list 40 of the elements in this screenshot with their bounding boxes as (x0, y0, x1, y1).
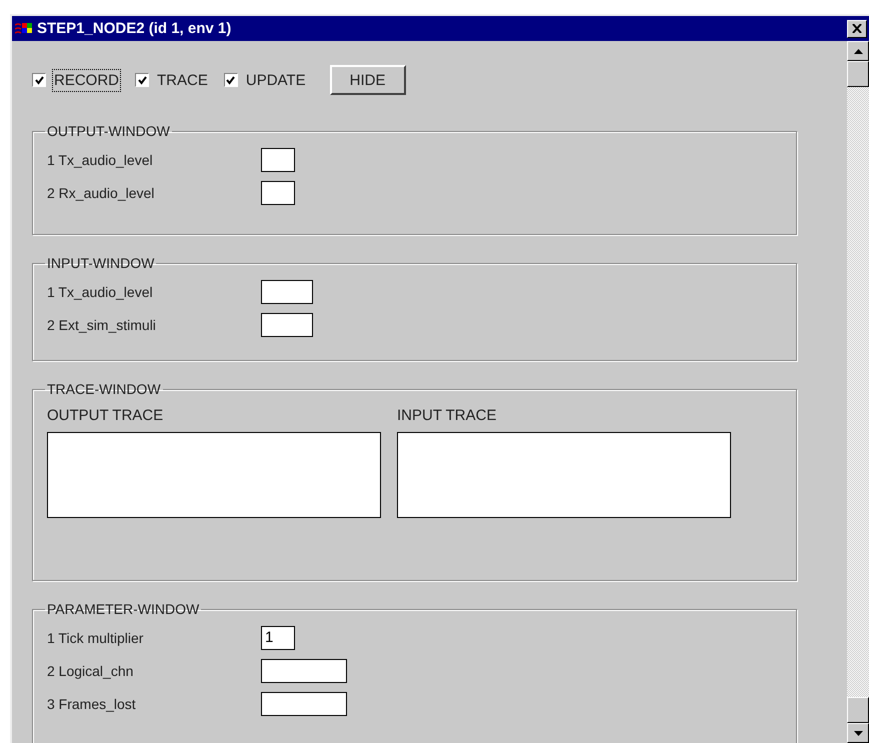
input-field[interactable] (261, 180, 295, 204)
window-title: STEP1_NODE2 (id 1, env 1) (37, 20, 232, 37)
input-field[interactable] (261, 692, 347, 716)
scroll-down-button[interactable] (847, 723, 869, 743)
field-label: 2 Rx_audio_level (47, 184, 156, 200)
pane-label: INPUT TRACE (397, 407, 498, 424)
pane-label: OUTPUT TRACE (47, 407, 164, 424)
field-label: 2 Logical_chn (47, 662, 134, 678)
checkbox[interactable] (224, 73, 238, 87)
trace-area[interactable] (47, 432, 381, 518)
trace-area[interactable] (397, 432, 731, 518)
scrollbar[interactable] (847, 41, 869, 743)
checkbox-label: TRACE (156, 70, 209, 90)
field-label: 1 Tx_audio_level (47, 152, 154, 168)
field-label: 2 Ext_sim_stimuli (47, 316, 157, 332)
checkbox-label: UPDATE (244, 70, 307, 90)
scroll-up-button[interactable] (847, 41, 869, 61)
group-title: TRACE-WINDOW (46, 381, 162, 397)
group-title: OUTPUT-WINDOW (46, 123, 171, 139)
checkbox[interactable] (32, 73, 46, 87)
input-field[interactable] (261, 148, 295, 172)
scroll-thumb[interactable] (847, 697, 869, 723)
group-title: PARAMETER-WINDOW (46, 601, 200, 617)
input-field[interactable] (261, 312, 313, 336)
field-label: 3 Frames_lost (47, 696, 137, 712)
close-icon (852, 24, 862, 33)
checkbox[interactable] (135, 73, 150, 87)
input-field[interactable]: 1 (261, 626, 295, 650)
app-icon (15, 22, 33, 36)
down-arrow-icon (854, 730, 862, 736)
hide-button[interactable]: HIDE (330, 65, 406, 95)
field-label: 1 Tx_audio_level (47, 284, 154, 300)
input-field[interactable] (261, 280, 313, 304)
input-field[interactable] (261, 658, 347, 682)
close-button[interactable] (847, 20, 867, 38)
up-arrow-icon (854, 48, 862, 54)
checkbox-label: RECORD (52, 68, 122, 92)
field-label: 1 Tick multiplier (47, 630, 144, 646)
scroll-thumb[interactable] (847, 61, 869, 87)
group-title: INPUT-WINDOW (46, 255, 156, 271)
